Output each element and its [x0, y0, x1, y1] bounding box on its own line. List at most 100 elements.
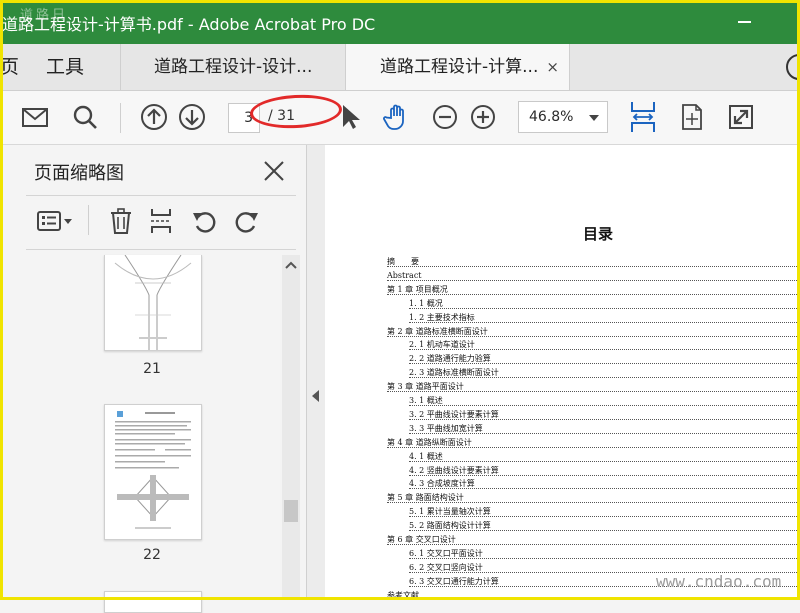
toc-entry[interactable]: 第 2 章 道路标准横断面设计: [387, 326, 799, 340]
thumbnail-drawing: [115, 411, 191, 529]
page-thumbnail-22[interactable]: [104, 404, 202, 540]
toc-entry[interactable]: 2. 1 机动车道设计: [409, 339, 799, 353]
thumbnail-label: 21: [143, 361, 161, 377]
toc-entry[interactable]: 第 1 章 项目概况: [387, 284, 799, 298]
toc-entry[interactable]: 2. 3 道路标准横断面设计: [409, 367, 799, 381]
toc-heading: 目录: [583, 225, 614, 243]
scroll-up-icon[interactable]: [285, 261, 297, 269]
toc-entry-text: 4. 2 竖曲线设计要素计算: [409, 465, 501, 475]
toc-entry-text: 摘 要: [387, 257, 421, 266]
minimize-icon[interactable]: [736, 12, 754, 30]
toc-entry-text: 3. 2 平曲线设计要素计算: [409, 409, 501, 419]
watermark-text: 道路日: [20, 8, 69, 23]
toc-entry[interactable]: 3. 3 平曲线加宽计算: [409, 423, 799, 437]
toc-entry[interactable]: 2. 2 道路通行能力验算: [409, 353, 799, 367]
toc-entry[interactable]: 参考文献: [387, 590, 799, 600]
toc-entry-text: 4. 1 概述: [409, 451, 445, 461]
zoom-in-icon[interactable]: [468, 102, 498, 132]
footer-watermark: www.cndao.com: [656, 572, 782, 591]
toc-entry[interactable]: Abstract: [387, 270, 799, 284]
toolbar-divider: [120, 103, 121, 133]
tab-document-2-label: 道路工程设计-计算...: [380, 57, 539, 77]
toc-entry[interactable]: 5. 1 累计当量轴次计算: [409, 506, 799, 520]
toc-entry[interactable]: 5. 2 路面结构设计计算: [409, 520, 799, 534]
toc-entry[interactable]: 第 3 章 道路平面设计: [387, 381, 799, 395]
toc-entry-text: 第 4 章 道路纵断面设计: [387, 437, 474, 447]
toc-entry-text: Abstract: [387, 270, 424, 280]
toc-entry-text: 3. 3 平曲线加宽计算: [409, 423, 485, 433]
extract-pages-icon[interactable]: [147, 207, 175, 235]
close-tab-icon[interactable]: ×: [546, 44, 559, 90]
toc-entry[interactable]: 6. 1 交叉口平面设计: [409, 548, 799, 562]
toc-entry[interactable]: 4. 2 竖曲线设计要素计算: [409, 465, 799, 479]
panel-title: 页面缩略图: [34, 163, 124, 184]
divider: [26, 249, 296, 250]
thumbnails-panel: 页面缩略图 21 22: [6, 145, 307, 613]
toc-entry-text: 5. 1 累计当量轴次计算: [409, 507, 493, 517]
rotate-right-icon[interactable]: [232, 207, 260, 235]
previous-page-icon[interactable]: [139, 102, 169, 132]
fit-page-icon[interactable]: [677, 102, 707, 132]
hand-tool-icon[interactable]: [382, 102, 412, 132]
toc-entry-text: 第 3 章 道路平面设计: [387, 382, 466, 392]
tab-document-1-label: 道路工程设计-设计...: [154, 57, 313, 77]
scrollbar-thumb[interactable]: [284, 500, 298, 522]
tab-tools[interactable]: 工具: [46, 44, 106, 90]
toc-entry-text: 3. 1 概述: [409, 396, 445, 405]
thumbnail-drawing: [114, 255, 192, 350]
tab-document-1[interactable]: 道路工程设计-设计...: [120, 44, 345, 90]
document-view[interactable]: 目录 摘 要 Abstract 第 1 章 项目概况 1. 1 概况 1. 2 主要技术…: [325, 145, 800, 600]
toc-entry[interactable]: 3. 2 平曲线设计要素计算: [409, 409, 799, 423]
fit-width-icon[interactable]: [628, 99, 658, 135]
toc-entry-text: 2. 2 道路通行能力验算: [409, 354, 493, 364]
toc-entry[interactable]: 摘 要: [387, 256, 799, 270]
toc-entry[interactable]: 4. 3 合成坡度计算: [409, 478, 799, 492]
toc-entry-text: 6. 3 交叉口通行能力计算: [409, 576, 501, 586]
toc-entry[interactable]: 1. 2 主要技术指标: [409, 312, 799, 326]
thumbnail-scrollbar[interactable]: [282, 255, 300, 600]
close-icon[interactable]: [262, 159, 286, 183]
zoom-value: 46.8%: [529, 109, 574, 125]
toc-entry-text: 4. 3 合成坡度计算: [409, 479, 477, 489]
toc-entry[interactable]: 3. 1 概述: [409, 395, 799, 409]
toc-entry-text: 第 6 章 交叉口设计: [387, 535, 458, 544]
toc-entry[interactable]: 4. 1 概述: [409, 451, 799, 465]
toc-entry[interactable]: 1. 1 概况: [409, 298, 799, 312]
toc-entry-text: 2. 3 道路标准横断面设计: [409, 368, 501, 378]
help-icon[interactable]: [786, 54, 800, 80]
mail-icon[interactable]: [20, 102, 50, 132]
page-thumbnail-21[interactable]: [104, 255, 202, 351]
zoom-out-icon[interactable]: [430, 102, 460, 132]
rotate-left-icon[interactable]: [191, 207, 219, 235]
toc-entry-text: 6. 1 交叉口平面设计: [409, 548, 485, 558]
toc-entry-text: 第 5 章 路面结构设计: [387, 493, 466, 503]
page-thumbnail-next[interactable]: [104, 591, 202, 613]
toc-entry-text: 参考文献: [387, 590, 421, 600]
toc-entry-text: 6. 2 交叉口竖向设计: [409, 562, 485, 572]
toolbar: 3 / 31 46.8%: [0, 91, 800, 145]
options-menu-icon[interactable]: [36, 207, 76, 235]
panel-collapse-handle[interactable]: [307, 145, 325, 600]
toc-entry-text: 5. 2 路面结构设计计算: [409, 521, 493, 531]
toc-entry[interactable]: 第 5 章 路面结构设计: [387, 492, 799, 506]
divider: [26, 195, 296, 196]
toc-entry-text: 1. 1 概况: [409, 298, 445, 308]
panel-divider: [88, 205, 89, 235]
toc-entry[interactable]: 第 6 章 交叉口设计: [387, 534, 799, 548]
search-icon[interactable]: [70, 102, 100, 132]
toc-entry-text: 第 2 章 道路标准横断面设计: [387, 326, 490, 336]
zoom-select[interactable]: 46.8%: [518, 101, 608, 133]
tab-document-2[interactable]: 道路工程设计-计算... ×: [345, 44, 570, 90]
title-bar: 道路工程设计-计算书.pdf - Adobe Acrobat Pro DC 道路…: [0, 0, 800, 44]
thumbnail-label: 22: [143, 547, 161, 563]
full-screen-icon[interactable]: [726, 102, 756, 132]
chevron-down-icon: [589, 115, 599, 121]
toc-entry-text: 1. 2 主要技术指标: [409, 312, 477, 322]
tab-home[interactable]: 页: [0, 44, 30, 90]
trash-icon[interactable]: [107, 207, 135, 235]
toc-entry[interactable]: 第 4 章 道路纵断面设计: [387, 437, 799, 451]
tab-bar: 页 工具 道路工程设计-设计... 道路工程设计-计算... ×: [0, 44, 800, 91]
toc-entry-text: 第 1 章 项目概况: [387, 284, 450, 294]
next-page-icon[interactable]: [177, 102, 207, 132]
toc-entry-text: 2. 1 机动车道设计: [409, 340, 477, 350]
